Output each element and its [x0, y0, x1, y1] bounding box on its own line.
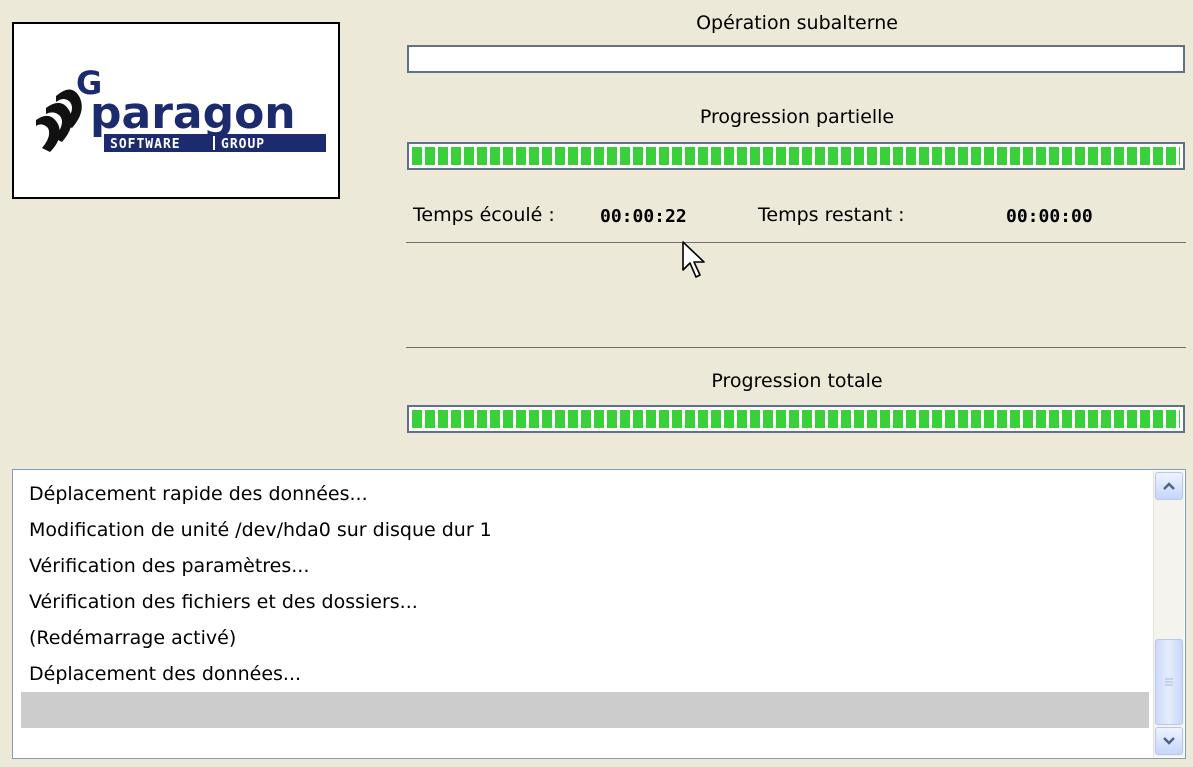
scroll-up-button[interactable]	[1155, 472, 1183, 500]
log-item[interactable]: Vérification des fichiers et des dossier…	[13, 584, 1153, 620]
divider-bottom	[406, 347, 1186, 348]
mouse-pointer-icon	[682, 241, 705, 278]
log-item[interactable]: Modification de unité /dev/hda0 sur disq…	[13, 512, 1153, 548]
log-list: Déplacement rapide des données... Modifi…	[13, 476, 1153, 728]
remaining-time-label: Temps restant :	[758, 204, 905, 226]
log-item[interactable]: Déplacement des données...	[13, 656, 1153, 692]
partial-progress-label: Progression partielle	[699, 106, 895, 128]
svg-text:paragon: paragon	[90, 88, 296, 139]
elapsed-time-value: 00:00:22	[600, 206, 687, 227]
log-item[interactable]: (Redémarrage activé)	[13, 620, 1153, 656]
total-progress-fill	[412, 410, 1180, 428]
total-progress-bar	[407, 405, 1185, 433]
log-item[interactable]: Vérification des paramètres...	[13, 548, 1153, 584]
log-item[interactable]: Déplacement rapide des données...	[13, 476, 1153, 512]
log-scrollbar[interactable]	[1153, 471, 1184, 757]
paragon-logo: G paragon SOFTWARE GROUP	[12, 22, 340, 199]
remaining-time-value: 00:00:00	[1006, 206, 1093, 227]
scroll-down-button[interactable]	[1155, 727, 1183, 755]
partial-progress-fill	[412, 147, 1180, 165]
sub-operation-label: Opération subalterne	[696, 12, 898, 34]
paragon-logo-mark: G paragon SOFTWARE GROUP	[36, 64, 326, 152]
partial-progress-bar	[407, 142, 1185, 170]
scroll-thumb[interactable]	[1155, 639, 1183, 725]
divider-top	[406, 242, 1186, 243]
operation-log[interactable]: Déplacement rapide des données... Modifi…	[12, 469, 1186, 759]
elapsed-time-label: Temps écoulé :	[413, 204, 555, 226]
svg-text:GROUP: GROUP	[221, 137, 265, 152]
total-progress-label: Progression totale	[711, 370, 883, 392]
svg-text:SOFTWARE: SOFTWARE	[110, 137, 181, 152]
chevron-up-icon	[1163, 482, 1175, 490]
chevron-down-icon	[1163, 737, 1175, 745]
log-item-selected[interactable]	[21, 692, 1149, 728]
sub-operation-progress-bar	[407, 45, 1185, 73]
grip-icon	[1165, 678, 1173, 686]
